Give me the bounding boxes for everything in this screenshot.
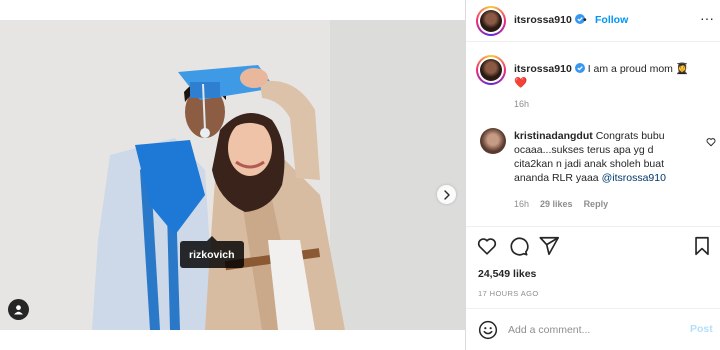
comment-likes-count[interactable]: 29 likes xyxy=(540,199,573,209)
caption-text-block: itsrossa910 I am a proud mom 👩‍🎓 ❤️ xyxy=(514,62,714,90)
panel-divider xyxy=(465,0,466,350)
user-tag-chip[interactable]: rizkovich xyxy=(180,236,244,268)
post-comment-button[interactable]: Post xyxy=(690,323,713,335)
comment-composer: Post xyxy=(466,310,720,350)
add-comment-input[interactable] xyxy=(508,322,678,338)
user-tag-label: rizkovich xyxy=(189,248,235,261)
commenter-avatar[interactable] xyxy=(480,128,506,154)
emoji-smiley-icon[interactable] xyxy=(478,320,498,340)
carousel-next-button[interactable] xyxy=(437,185,456,204)
caption-username[interactable]: itsrossa910 xyxy=(514,63,572,75)
user-icon xyxy=(14,305,23,315)
verified-badge-icon xyxy=(574,63,585,73)
author-username: itsrossa910 xyxy=(514,14,572,26)
follow-button[interactable]: Follow xyxy=(595,14,628,26)
save-bookmark-icon[interactable] xyxy=(691,235,713,257)
composer-divider xyxy=(466,308,720,309)
share-paper-plane-icon[interactable] xyxy=(538,235,560,257)
post-photo[interactable]: rizkovich xyxy=(0,20,465,330)
comment-like-icon[interactable] xyxy=(706,137,716,147)
comment-mention-link[interactable]: @itsrossa910 xyxy=(602,172,666,184)
comment-text-block: kristinadangdut Congrats bubu ocaaa...su… xyxy=(514,129,692,185)
comment-meta: 16h 29 likes Reply xyxy=(514,199,608,209)
caption-text: I am a proud mom 👩‍🎓 xyxy=(587,63,689,75)
post-timestamp[interactable]: 17 HOURS AGO xyxy=(478,289,539,298)
post-header: itsrossa910 • Follow ··· xyxy=(466,0,720,42)
likes-count[interactable]: 24,549 likes xyxy=(478,268,536,280)
comment-reply-button[interactable]: Reply xyxy=(584,199,609,209)
caption-avatar[interactable] xyxy=(476,55,506,85)
actions-divider xyxy=(466,226,720,227)
chevron-right-icon xyxy=(443,189,450,200)
like-heart-icon[interactable] xyxy=(476,235,498,257)
more-options-button[interactable]: ··· xyxy=(700,11,714,25)
tagged-users-button[interactable] xyxy=(8,299,29,320)
author-username-link[interactable]: itsrossa910 xyxy=(514,14,585,26)
caption-avatar-image xyxy=(480,59,502,81)
author-avatar-image xyxy=(480,10,502,32)
red-heart-emoji: ❤️ xyxy=(514,77,528,89)
photo-scene xyxy=(0,20,465,330)
post-actions-bar xyxy=(466,235,720,257)
commenter-username[interactable]: kristinadangdut xyxy=(514,130,593,142)
author-avatar[interactable] xyxy=(476,6,506,36)
comment-bubble-icon[interactable] xyxy=(507,235,529,257)
caption-timestamp[interactable]: 16h xyxy=(514,99,529,109)
instagram-post-view: rizkovich itsrossa910 • Follow ··· itsro… xyxy=(0,0,720,350)
follow-separator: • xyxy=(583,14,587,26)
comment-timestamp[interactable]: 16h xyxy=(514,199,529,209)
